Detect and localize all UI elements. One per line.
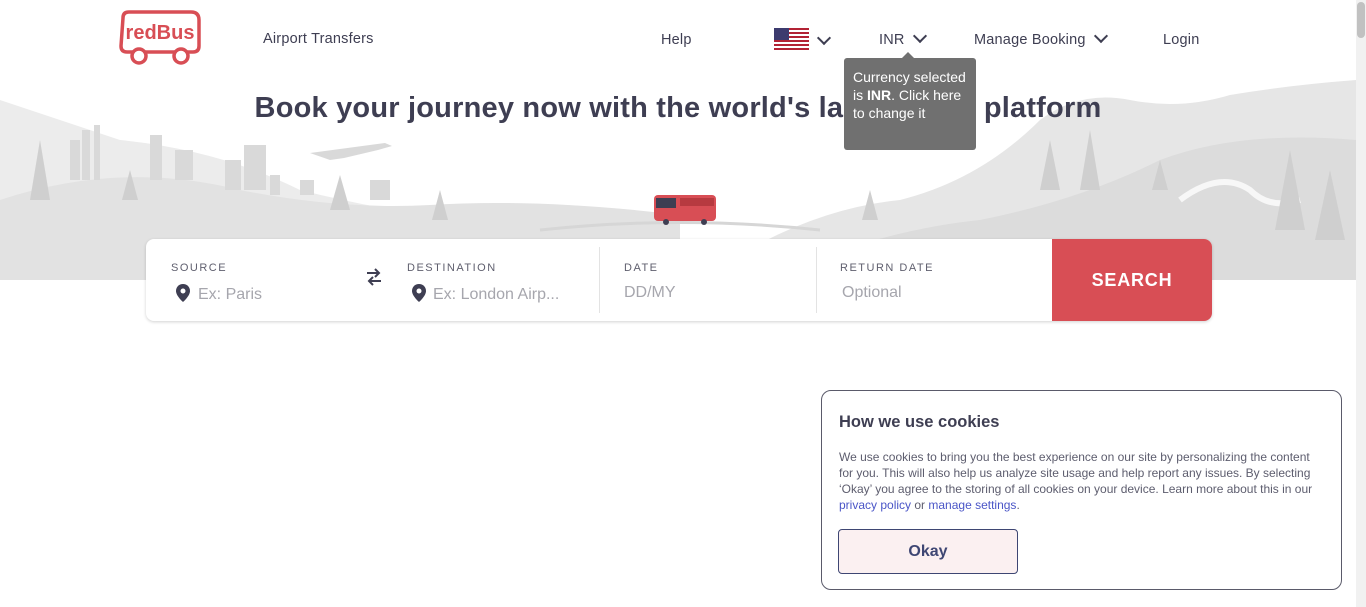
cookie-body: We use cookies to bring you the best exp… — [839, 449, 1327, 513]
nav-help[interactable]: Help — [661, 32, 692, 48]
search-button[interactable]: SEARCH — [1052, 239, 1212, 321]
source-label: SOURCE — [171, 262, 228, 274]
currency-selector[interactable]: INR — [879, 28, 927, 48]
cookie-end: . — [1016, 498, 1020, 512]
cookie-banner: How we use cookies We use cookies to bri… — [821, 390, 1342, 590]
field-divider — [816, 247, 817, 313]
bus-icon — [654, 195, 716, 225]
location-pin-icon — [176, 284, 190, 302]
tooltip-arrow — [902, 52, 914, 58]
cookie-title: How we use cookies — [839, 413, 1000, 431]
redbus-logo[interactable]: redBus — [117, 10, 203, 66]
return-date-input[interactable]: Optional — [842, 284, 902, 302]
chevron-down-icon — [912, 28, 927, 44]
cookie-text: We use cookies to bring you the best exp… — [839, 450, 1313, 496]
manage-settings-link[interactable]: manage settings — [928, 498, 1016, 512]
logo-text: redBus — [126, 22, 195, 44]
manage-booking-label: Manage Booking — [974, 32, 1086, 48]
us-flag-icon[interactable] — [774, 28, 809, 52]
date-label: DATE — [624, 262, 659, 274]
swap-icon[interactable] — [364, 267, 384, 287]
privacy-policy-link[interactable]: privacy policy — [839, 498, 911, 512]
okay-button[interactable]: Okay — [838, 529, 1018, 574]
destination-label: DESTINATION — [407, 262, 497, 274]
field-divider — [599, 247, 600, 313]
source-input[interactable]: Ex: Paris — [198, 286, 262, 304]
nav-airport-transfers[interactable]: Airport Transfers — [263, 31, 374, 47]
page-headline: Book your journey now with the world's l… — [254, 92, 1102, 124]
login-link[interactable]: Login — [1163, 32, 1199, 48]
currency-tooltip[interactable]: Currency selected is INR. Click here to … — [844, 52, 976, 150]
cookie-or: or — [911, 498, 929, 512]
location-pin-icon — [412, 284, 426, 302]
date-input[interactable]: DD/MY — [624, 284, 676, 302]
scrollbar-thumb[interactable] — [1357, 2, 1365, 38]
search-form: SOURCE Ex: Paris DESTINATION Ex: London … — [146, 239, 1212, 321]
chevron-down-icon — [1093, 28, 1108, 44]
tooltip-currency: INR — [867, 87, 892, 103]
chevron-down-icon[interactable] — [816, 30, 832, 46]
return-date-label: RETURN DATE — [840, 262, 934, 274]
currency-label: INR — [879, 32, 905, 48]
page-scrollbar[interactable] — [1356, 0, 1366, 607]
manage-booking-menu[interactable]: Manage Booking — [974, 28, 1108, 48]
destination-input[interactable]: Ex: London Airp... — [433, 286, 559, 304]
